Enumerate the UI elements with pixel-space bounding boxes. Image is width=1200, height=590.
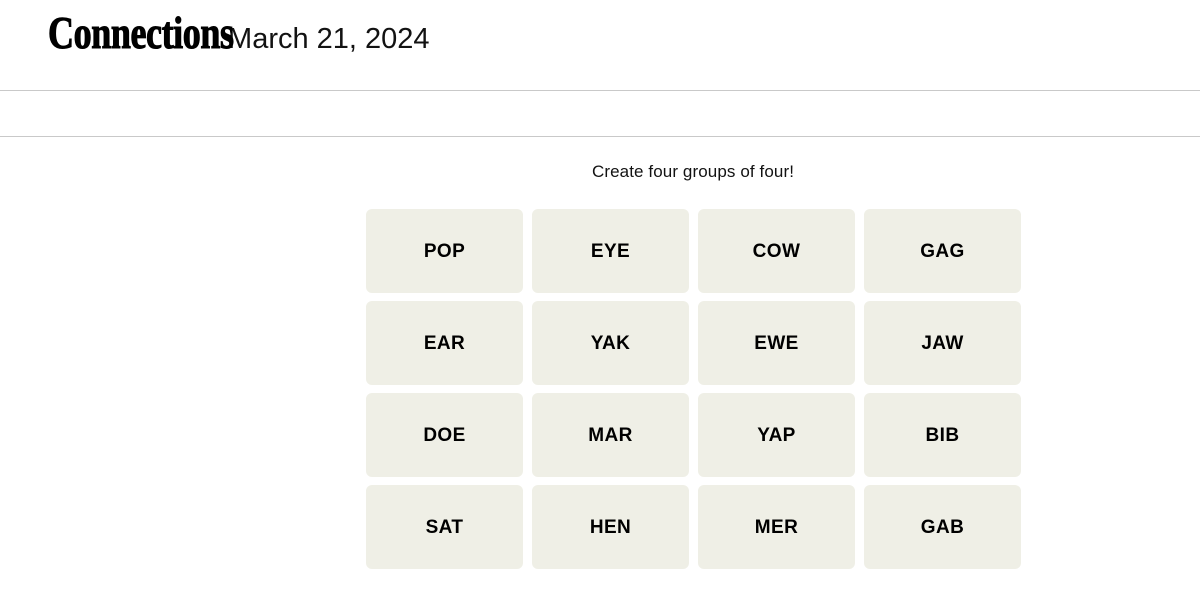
word-tile[interactable]: MAR — [532, 393, 689, 477]
word-tile[interactable]: YAP — [698, 393, 855, 477]
word-tile[interactable]: EAR — [366, 301, 523, 385]
word-tile-label: DOE — [423, 424, 466, 446]
word-tile[interactable]: EWE — [698, 301, 855, 385]
word-tile[interactable]: DOE — [366, 393, 523, 477]
word-tile[interactable]: HEN — [532, 485, 689, 569]
word-tile-label: EWE — [754, 332, 799, 354]
word-tile[interactable]: SAT — [366, 485, 523, 569]
word-tile[interactable]: POP — [366, 209, 523, 293]
word-tile[interactable]: BIB — [864, 393, 1021, 477]
word-tile-label: COW — [752, 240, 801, 262]
puzzle-date: March 21, 2024 — [228, 23, 430, 55]
masthead-inner: Connections March 21, 2024 — [48, 0, 430, 64]
word-tile-label: MER — [754, 516, 799, 538]
word-tile-label: YAK — [590, 332, 631, 354]
word-tile-label: GAB — [920, 516, 965, 538]
word-tile-label: EYE — [590, 240, 631, 262]
word-tile-label: GAG — [920, 240, 965, 262]
tile-grid: POP EYE COW GAG EAR YAK EWE JAW DOE MAR YAP BIB SAT H… — [366, 209, 1021, 569]
word-tile[interactable]: GAG — [864, 209, 1021, 293]
word-tile-label: HEN — [589, 516, 632, 538]
masthead-divider-bottom — [0, 136, 1200, 137]
page-title: Connections — [48, 7, 235, 58]
word-tile[interactable]: GAB — [864, 485, 1021, 569]
word-tile[interactable]: COW — [698, 209, 855, 293]
word-tile[interactable]: EYE — [532, 209, 689, 293]
word-tile-label: MAR — [588, 424, 633, 446]
instruction-text: Create four groups of four! — [591, 162, 795, 181]
word-tile-label: BIB — [925, 424, 960, 446]
toolbar-strip — [0, 91, 1200, 136]
word-tile[interactable]: JAW — [864, 301, 1021, 385]
word-tile-label: SAT — [425, 516, 464, 538]
word-tile-label: JAW — [921, 332, 964, 354]
word-tile-label: EAR — [423, 332, 466, 354]
word-tile-label: POP — [423, 240, 466, 262]
game-board: Create four groups of four! POP EYE COW GAG… — [366, 160, 1021, 569]
word-tile[interactable]: MER — [698, 485, 855, 569]
word-tile[interactable]: YAK — [532, 301, 689, 385]
masthead: Connections March 21, 2024 — [0, 0, 1200, 90]
word-tile-label: YAP — [757, 424, 796, 446]
